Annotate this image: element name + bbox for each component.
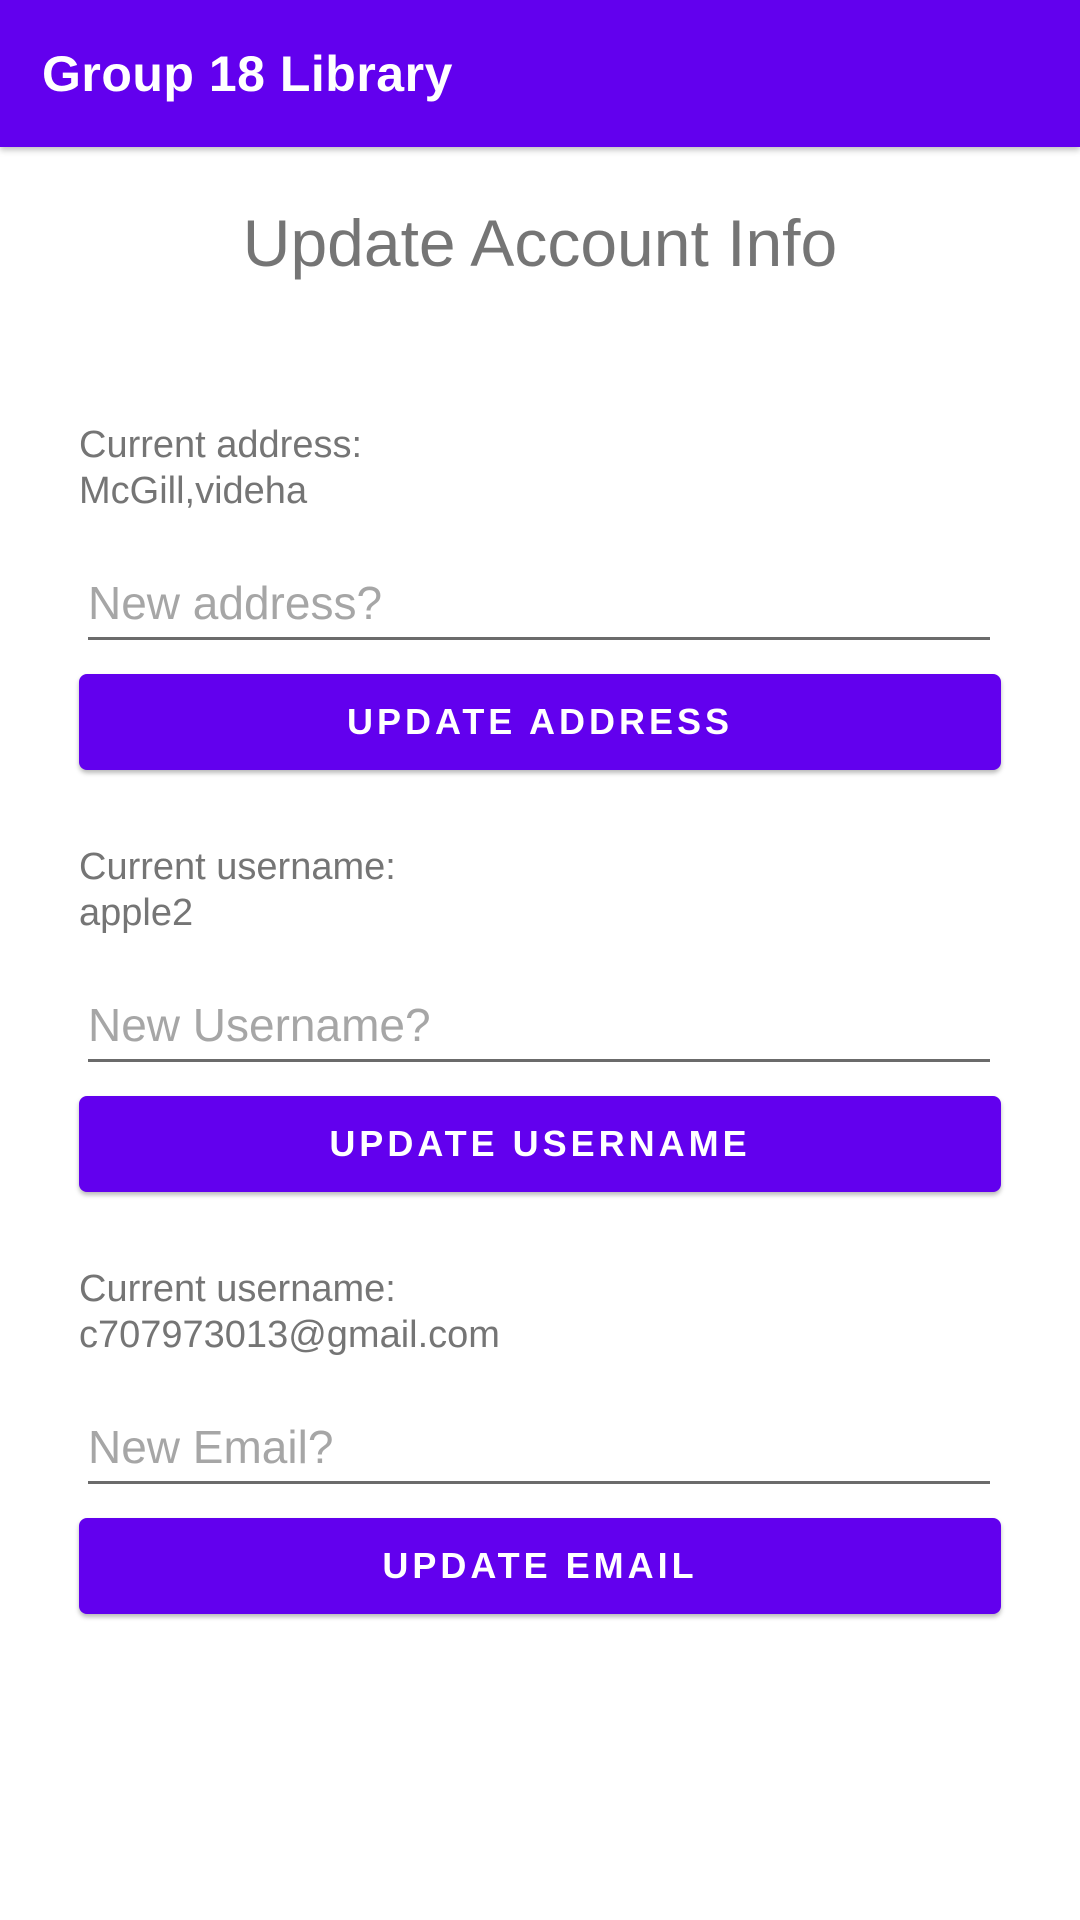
update-address-button[interactable]: UPDATE ADDRESS	[79, 674, 1001, 770]
new-username-input[interactable]	[88, 982, 990, 1059]
current-username-value: apple2	[79, 892, 194, 934]
update-email-button[interactable]: UPDATE EMAIL	[79, 1518, 1001, 1614]
username-section: Current username: apple2 UPDATE USERNAME	[79, 844, 1001, 1192]
current-email-label: Current username:	[79, 1268, 396, 1310]
current-address-value: McGill,videha	[79, 470, 308, 512]
new-email-input[interactable]	[88, 1404, 990, 1481]
app-bar: Group 18 Library	[0, 0, 1080, 147]
update-username-button[interactable]: UPDATE USERNAME	[79, 1096, 1001, 1192]
current-address-label: Current address:	[79, 424, 363, 466]
current-username-label: Current username:	[79, 846, 396, 888]
new-username-field	[88, 982, 990, 1062]
new-address-input[interactable]	[88, 560, 990, 637]
new-address-field	[88, 560, 990, 640]
new-email-field	[88, 1404, 990, 1484]
address-section: Current address: McGill,videha UPDATE AD…	[79, 422, 1001, 770]
current-email-value: c707973013@gmail.com	[79, 1314, 500, 1356]
page-title: Update Account Info	[242, 206, 838, 280]
email-section: Current username: c707973013@gmail.com U…	[79, 1266, 1001, 1614]
app-title: Group 18 Library	[42, 45, 453, 102]
